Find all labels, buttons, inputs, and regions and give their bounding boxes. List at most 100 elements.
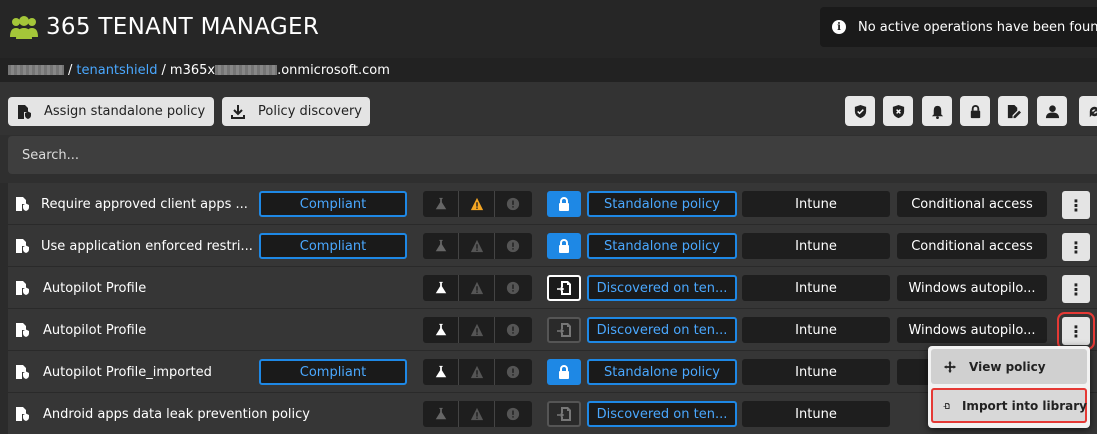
policy-type-badge[interactable]: Standalone policy xyxy=(587,191,737,217)
policy-doc-icon xyxy=(16,323,29,337)
shield-check-button[interactable] xyxy=(845,96,875,126)
error-status-cell[interactable] xyxy=(495,191,531,217)
source-badge: Intune xyxy=(742,191,890,217)
policy-type-badge[interactable]: Discovered on ten... xyxy=(587,401,737,427)
test-status-cell[interactable] xyxy=(423,359,459,385)
warning-icon xyxy=(470,281,483,295)
error-status-cell[interactable] xyxy=(495,359,531,385)
compliance-badge[interactable]: Compliant xyxy=(259,191,407,217)
policy-discovery-label: Policy discovery xyxy=(258,104,362,119)
lock-toggle[interactable] xyxy=(547,233,581,259)
table-row[interactable]: Autopilot Profile Discovered on ten... Int… xyxy=(8,309,1097,351)
shield-x-button[interactable] xyxy=(883,96,913,126)
flask-icon xyxy=(435,323,446,336)
redacted-text xyxy=(8,65,64,75)
warning-icon xyxy=(470,365,483,379)
warning-icon xyxy=(470,407,483,421)
policy-type-badge[interactable]: Standalone policy xyxy=(587,359,737,385)
policy-name: Use application enforced restri... xyxy=(41,239,253,254)
error-icon xyxy=(506,239,520,253)
flask-icon xyxy=(435,365,446,378)
move-arrows-icon xyxy=(943,360,957,373)
lock-button[interactable] xyxy=(960,96,990,126)
lock-toggle[interactable] xyxy=(547,359,581,385)
policy-doc-icon xyxy=(18,104,31,119)
user-button[interactable] xyxy=(1037,96,1067,126)
warning-status-cell[interactable] xyxy=(459,275,495,301)
bell-icon xyxy=(931,105,943,119)
assign-standalone-policy-button[interactable]: Assign standalone policy xyxy=(8,97,214,126)
status-indicators xyxy=(423,233,532,259)
import-doc-icon xyxy=(557,281,571,295)
warning-status-cell[interactable] xyxy=(459,317,495,343)
category-badge: Conditional access xyxy=(897,233,1047,259)
compliance-badge[interactable]: Compliant xyxy=(259,359,407,385)
policy-doc-icon xyxy=(16,407,29,421)
view-policy-label: View policy xyxy=(969,359,1046,374)
error-status-cell[interactable] xyxy=(495,317,531,343)
flask-icon xyxy=(435,281,446,294)
breadcrumb-domain-prefix: m365x xyxy=(169,62,216,78)
view-policy-menu-item[interactable]: View policy xyxy=(931,349,1087,384)
category-badge: Windows autopilo... xyxy=(897,317,1047,343)
refresh-button[interactable] xyxy=(1079,96,1097,126)
search-input[interactable] xyxy=(8,136,1097,174)
error-icon xyxy=(506,365,520,379)
notifications-button[interactable] xyxy=(922,96,952,126)
policy-name: Require approved client apps ... xyxy=(41,197,248,212)
error-icon xyxy=(506,197,520,211)
test-status-cell[interactable] xyxy=(423,317,459,343)
error-status-cell[interactable] xyxy=(495,275,531,301)
policy-discovery-button[interactable]: Policy discovery xyxy=(222,97,370,126)
compliance-badge[interactable]: Compliant xyxy=(259,233,407,259)
policy-doc-icon xyxy=(16,281,29,295)
test-status-cell[interactable] xyxy=(423,275,459,301)
import-into-library-menu-item[interactable]: Import into library xyxy=(931,388,1087,423)
breadcrumb-tenant-link[interactable]: tenantshield xyxy=(76,63,157,78)
table-row[interactable]: Autopilot Profile Discovered on ten... Int… xyxy=(8,267,1097,309)
info-icon: i xyxy=(832,20,846,34)
breadcrumb-separator: / xyxy=(161,62,166,78)
error-status-cell[interactable] xyxy=(495,233,531,259)
warning-status-cell[interactable] xyxy=(459,401,495,427)
import-toggle[interactable] xyxy=(547,401,581,427)
app-title: 365 TENANT MANAGER xyxy=(46,14,320,40)
edit-doc-button[interactable] xyxy=(998,96,1028,126)
notification-toast: i No active operations have been found xyxy=(820,7,1097,47)
lock-toggle[interactable] xyxy=(547,191,581,217)
shield-check-icon xyxy=(854,104,866,118)
row-more-button[interactable]: ⋮ xyxy=(1062,233,1090,261)
status-indicators xyxy=(423,191,532,217)
policy-name: Autopilot Profile xyxy=(43,323,147,338)
policy-name: Autopilot Profile xyxy=(43,281,147,296)
test-status-cell[interactable] xyxy=(423,233,459,259)
row-more-button[interactable]: ⋮ xyxy=(1062,191,1090,219)
warning-status-cell[interactable] xyxy=(459,191,495,217)
row-more-button[interactable]: ⋮ xyxy=(1062,275,1090,303)
table-row[interactable]: Use application enforced restri... Compli… xyxy=(8,225,1097,267)
import-toggle[interactable] xyxy=(547,317,581,343)
error-status-cell[interactable] xyxy=(495,401,531,427)
policy-type-badge[interactable]: Discovered on ten... xyxy=(587,275,737,301)
policy-type-badge[interactable]: Discovered on ten... xyxy=(587,317,737,343)
toolbar: Assign standalone policy Policy discover… xyxy=(0,82,1097,135)
test-status-cell[interactable] xyxy=(423,191,459,217)
policy-type-badge[interactable]: Standalone policy xyxy=(587,233,737,259)
test-status-cell[interactable] xyxy=(423,401,459,427)
warning-status-cell[interactable] xyxy=(459,359,495,385)
status-indicators xyxy=(423,317,532,343)
table-row[interactable]: Require approved client apps ... Complian… xyxy=(8,183,1097,225)
breadcrumb-domain-suffix: .onmicrosoft.com xyxy=(277,62,390,78)
breadcrumb-separator: / xyxy=(68,62,73,78)
app-header: 365 TENANT MANAGER i No active operation… xyxy=(0,0,1097,58)
import-toggle[interactable] xyxy=(547,275,581,301)
shield-x-icon xyxy=(892,104,904,118)
policy-name: Android apps data leak prevention policy xyxy=(43,407,310,422)
warning-status-cell[interactable] xyxy=(459,233,495,259)
category-badge: Conditional access xyxy=(897,191,1047,217)
policy-doc-icon xyxy=(16,197,29,211)
breadcrumb: / tenantshield / m365x .onmicrosoft.com xyxy=(0,58,1097,82)
search-bar xyxy=(0,135,1097,183)
source-badge: Intune xyxy=(742,317,890,343)
row-more-button[interactable]: ⋮ xyxy=(1062,317,1090,345)
